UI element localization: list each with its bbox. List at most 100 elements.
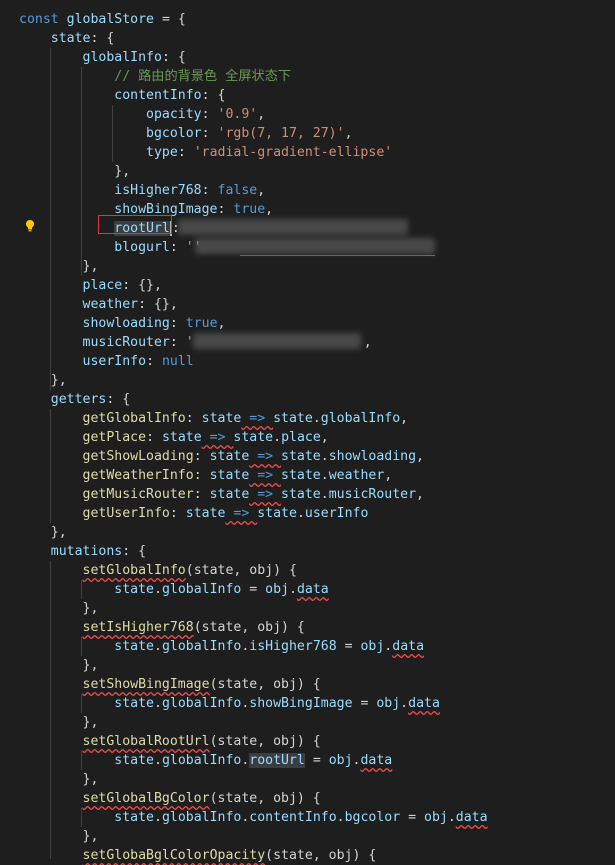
code-line[interactable]: globalInfo: { [19, 48, 615, 67]
code-line[interactable]: }, [19, 162, 615, 181]
property: userInfo [82, 354, 147, 369]
arrow: => [201, 430, 234, 445]
property: data [408, 696, 440, 711]
punctuation: = { [161, 12, 186, 27]
code-line[interactable]: state.globalInfo.rootUrl = obj.data [19, 751, 615, 770]
property: place [82, 278, 123, 293]
code-line[interactable]: }, [19, 257, 615, 276]
variable: state [257, 506, 297, 521]
code-line[interactable]: place: {}, [19, 276, 615, 295]
lightbulb-icon[interactable] [24, 219, 36, 233]
punctuation: , [217, 316, 226, 331]
code-line[interactable]: }, [19, 371, 615, 390]
punctuation: }, [50, 373, 67, 388]
punctuation: : [185, 411, 202, 426]
punctuation: : [201, 183, 218, 198]
punctuation: : [169, 335, 186, 350]
code-line[interactable]: setGlobalRootUrl(state, obj) { [19, 732, 615, 751]
punctuation: . [447, 810, 456, 825]
code-line[interactable]: getShowLoading: state => state.showloadi… [19, 447, 615, 466]
punctuation: . [153, 582, 162, 597]
code-line[interactable]: setIsHigher768(state, obj) { [19, 618, 615, 637]
code-line[interactable]: opacity: '0.9', [19, 105, 615, 124]
code-line[interactable]: setGlobalInfo(state, obj) { [19, 561, 615, 580]
property: globalInfo [161, 753, 242, 768]
punctuation: . [153, 810, 162, 825]
property: showloading [328, 449, 417, 464]
variable: state [114, 753, 154, 768]
code-line[interactable]: showloading: true, [19, 314, 615, 333]
property: bgcolor [146, 126, 202, 141]
code-line[interactable]: setShowBingImage(state, obj) { [19, 675, 615, 694]
code-line[interactable]: isHigher768: false, [19, 181, 615, 200]
function-name: setIsHigher768 [82, 620, 194, 635]
punctuation: : [169, 316, 186, 331]
code-line[interactable]: getMusicRouter: state => state.musicRout… [19, 485, 615, 504]
property: state [50, 31, 91, 46]
property: data [392, 639, 425, 654]
code-line[interactable]: }, [19, 599, 615, 618]
keyword: true [233, 202, 266, 217]
punctuation: . [273, 430, 282, 445]
code-line[interactable]: state.globalInfo.showBingImage = obj.dat… [19, 694, 615, 713]
property: weather [328, 468, 385, 483]
code-line[interactable]: }, [19, 827, 615, 846]
variable: state [281, 449, 321, 464]
punctuation: }, [82, 601, 99, 616]
code-line[interactable]: setGlobalBgColor(state, obj) { [19, 789, 615, 808]
property: musicRouter [82, 335, 170, 350]
code-line[interactable]: }, [19, 523, 615, 542]
function-name: getUserInfo [82, 506, 170, 521]
code-editor[interactable]: const globalStore = { state: { globalInf… [0, 0, 615, 863]
variable: state [233, 430, 274, 445]
code-line[interactable]: getWeatherInfo: state => state.weather, [19, 466, 615, 485]
punctuation: . [320, 449, 329, 464]
code-line[interactable]: weather: {}, [19, 295, 615, 314]
keyword: null [161, 354, 194, 369]
punctuation: }, [82, 259, 99, 274]
code-line[interactable]: contentInfo: { [19, 86, 615, 105]
code-line[interactable]: mutations: { [19, 542, 615, 561]
code-line[interactable]: getters: { [19, 390, 615, 409]
punctuation: : [217, 202, 234, 217]
punctuation: }, [50, 525, 67, 540]
code-line[interactable]: state.globalInfo.isHigher768 = obj.data [19, 637, 615, 656]
code-line[interactable]: state: { [19, 29, 615, 48]
punctuation: : [169, 506, 186, 521]
punctuation: , [265, 202, 274, 217]
code-line[interactable]: const globalStore = { [19, 10, 615, 29]
keyword: const [19, 12, 59, 27]
property: globalInfo [161, 639, 242, 654]
code-line[interactable]: type: 'radial-gradient-ellipse' [19, 143, 615, 162]
code-line[interactable]: state.globalInfo = obj.data [19, 580, 615, 599]
punctuation: , [416, 449, 424, 464]
code-line[interactable]: setGlobaBglColorOpacity(state, obj) { [19, 846, 615, 865]
property: getters [50, 392, 107, 407]
code-line[interactable]: getUserInfo: state => state.userInfo [19, 504, 615, 523]
code-line[interactable]: }, [19, 713, 615, 732]
variable: obj [376, 696, 401, 711]
function-name: setShowBingImage [82, 677, 210, 692]
punctuation: , [257, 107, 266, 122]
code-line[interactable]: getGlobalInfo: state => state.globalInfo… [19, 409, 615, 428]
code-line[interactable]: bgcolor: 'rgb(7, 17, 27)', [19, 124, 615, 143]
property: data [455, 810, 488, 825]
code-line[interactable]: getPlace: state => state.place, [19, 428, 615, 447]
code-line[interactable]: userInfo: null [19, 352, 615, 371]
variable: state [114, 696, 154, 711]
property: globalInfo [161, 696, 242, 711]
code-line[interactable]: }, [19, 656, 615, 675]
punctuation: : [193, 468, 210, 483]
property: contentInfo [249, 810, 337, 825]
punctuation: . [312, 411, 321, 426]
code-line[interactable]: }, [19, 770, 615, 789]
property: isHigher768 [249, 639, 337, 654]
property: data [360, 753, 393, 768]
code-line[interactable]: // 路由的背景色 全屏状态下 [19, 67, 615, 86]
editor-gutter [0, 0, 19, 859]
punctuation: , [257, 183, 266, 198]
code-line[interactable]: state.globalInfo.contentInfo.bgcolor = o… [19, 808, 615, 827]
punctuation: }, [82, 829, 99, 844]
punctuation: : {}, [138, 297, 178, 312]
variable: obj [265, 582, 289, 597]
